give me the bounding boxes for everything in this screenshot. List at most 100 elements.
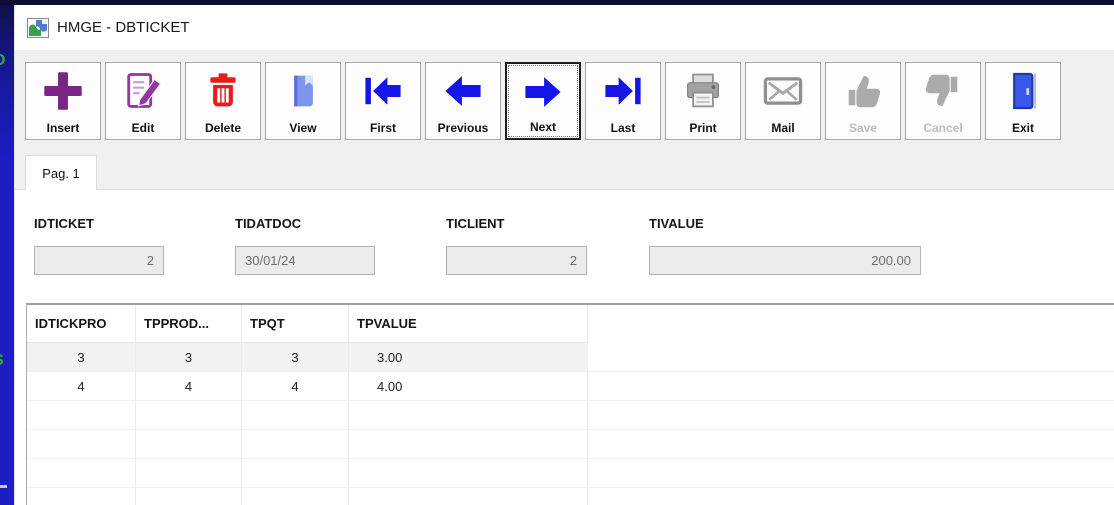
field-value: 2 [569, 253, 577, 268]
grid-cell[interactable]: 3 [242, 343, 349, 371]
grid-cell[interactable]: 3 [27, 343, 136, 371]
field-label-ticlient: TICLIENT [446, 216, 505, 231]
grid-cell-empty[interactable] [349, 488, 588, 505]
grid-column-header[interactable]: TPQT [242, 305, 349, 343]
table-row-empty[interactable] [27, 430, 1114, 459]
grid-cell[interactable]: 4.00 [349, 372, 588, 400]
grid-cell-empty[interactable] [136, 459, 242, 487]
grid-cell-empty[interactable] [242, 401, 349, 429]
grid-row-filler [588, 488, 1114, 505]
save-button: Save [825, 62, 901, 140]
printer-icon [680, 65, 726, 117]
grid-cell-empty[interactable] [242, 459, 349, 487]
grid-cell-empty[interactable] [27, 488, 136, 505]
mail-button[interactable]: Mail [745, 62, 821, 140]
toolbar-button-label: Delete [204, 121, 242, 135]
thumbs-down-icon [920, 65, 966, 117]
window-title: HMGE - DBTICKET [57, 19, 190, 36]
first-arrow-icon [360, 65, 406, 117]
toolbar-button-label: View [289, 121, 317, 135]
toolbar-button-label: Cancel [923, 121, 963, 135]
grid-header-row: IDTICKPRO TPPROD... TPQT TPVALUE [27, 305, 1114, 343]
tab-pag-1[interactable]: Pag. 1 [25, 155, 97, 191]
previous-button[interactable]: Previous [425, 62, 501, 140]
grid-cell[interactable]: 4 [242, 372, 349, 400]
table-row-empty[interactable] [27, 459, 1114, 488]
grid-cell-empty[interactable] [242, 430, 349, 458]
desktop-icon-label-fragment: O [0, 52, 5, 70]
field-label-idticket: IDTICKET [34, 216, 94, 231]
field-tivalue[interactable]: 200.00 [649, 246, 921, 275]
view-button[interactable]: View [265, 62, 341, 140]
grid-cell-empty[interactable] [349, 401, 588, 429]
toolbar-button-label: Print [689, 121, 717, 135]
toolbar-button-label: Insert [46, 121, 80, 135]
last-button[interactable]: Last [585, 62, 661, 140]
grid-cell-empty[interactable] [136, 488, 242, 505]
desktop-strip-left: OS [0, 5, 14, 505]
edit-button[interactable]: Edit [105, 62, 181, 140]
toolbar-button-label: Edit [131, 121, 155, 135]
field-tidatdoc[interactable]: 30/01/24 [235, 246, 375, 275]
table-row-empty[interactable] [27, 401, 1114, 430]
door-exit-icon [1000, 65, 1046, 117]
grid-cell-empty[interactable] [242, 488, 349, 505]
previous-arrow-icon [440, 65, 486, 117]
grid-cell[interactable]: 3 [136, 343, 242, 371]
field-value: 2 [146, 253, 154, 268]
grid-cell-empty[interactable] [136, 430, 242, 458]
grid-column-header[interactable]: IDTICKPRO [27, 305, 136, 343]
last-arrow-icon [600, 65, 646, 117]
toolbar-button-label: First [369, 121, 396, 135]
field-value: 200.00 [871, 253, 911, 268]
field-ticlient[interactable]: 2 [446, 246, 587, 275]
toolbar-button-label: Last [610, 121, 636, 135]
first-button[interactable]: First [345, 62, 421, 140]
field-idticket[interactable]: 2 [34, 246, 164, 275]
app-window: HMGE - DBTICKET Insert Edit Delete View Firs… [14, 5, 1114, 505]
table-row-empty[interactable] [27, 488, 1114, 505]
toolbar-button-label: Save [848, 121, 878, 135]
book-icon [280, 65, 326, 117]
trash-icon [200, 65, 246, 117]
grid-row-filler [588, 430, 1114, 458]
delete-button[interactable]: Delete [185, 62, 261, 140]
toolbar-button-label: Mail [771, 121, 795, 135]
edit-icon [120, 65, 166, 117]
grid-row-filler [588, 343, 1114, 371]
tab-label: Pag. 1 [42, 166, 80, 181]
table-row[interactable]: 4 4 4 4.00 [27, 372, 1114, 401]
field-label-tivalue: TIVALUE [649, 216, 704, 231]
mail-icon [760, 65, 806, 117]
app-icon [27, 17, 49, 38]
grid-header-filler [588, 305, 1114, 343]
thumbs-up-icon [840, 65, 886, 117]
grid-column-header[interactable]: TPVALUE [349, 305, 588, 343]
grid-cell-empty[interactable] [349, 459, 588, 487]
table-row[interactable]: 3 3 3 3.00 [27, 343, 1114, 372]
grid-cell-empty[interactable] [27, 401, 136, 429]
toolbar-button-label: Exit [1011, 121, 1034, 135]
grid-cell[interactable]: 4 [27, 372, 136, 400]
print-button[interactable]: Print [665, 62, 741, 140]
exit-button[interactable]: Exit [985, 62, 1061, 140]
grid-row-filler [588, 459, 1114, 487]
cancel-button: Cancel [905, 62, 981, 140]
desktop-fragment-dash [0, 485, 7, 488]
grid-cell-empty[interactable] [27, 459, 136, 487]
next-button[interactable]: Next [505, 62, 581, 140]
grid-cell-empty[interactable] [136, 401, 242, 429]
titlebar[interactable]: HMGE - DBTICKET [15, 5, 1114, 50]
grid-row-filler [588, 401, 1114, 429]
data-grid[interactable]: IDTICKPRO TPPROD... TPQT TPVALUE 3 3 3 3.00 4 4 4 4… [26, 303, 1114, 505]
grid-cell-empty[interactable] [27, 430, 136, 458]
toolbar-button-label: Next [529, 120, 556, 134]
field-value: 30/01/24 [245, 253, 296, 268]
tabstrip: Pag. 1 [15, 155, 1114, 191]
grid-cell[interactable]: 4 [136, 372, 242, 400]
grid-cell[interactable]: 3.00 [349, 343, 588, 371]
screen: OS HMGE - DBTICKET Insert Edit Delete View F… [0, 0, 1114, 505]
grid-cell-empty[interactable] [349, 430, 588, 458]
grid-column-header[interactable]: TPPROD... [136, 305, 242, 343]
insert-button[interactable]: Insert [25, 62, 101, 140]
